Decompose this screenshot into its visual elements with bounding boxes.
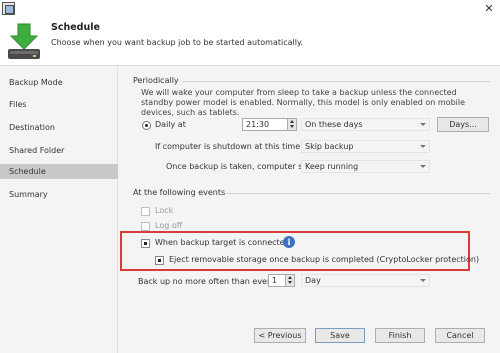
backup-target-checkbox[interactable] (141, 239, 150, 248)
shutdown-select[interactable]: Skip backup (301, 140, 430, 153)
wake-note: We will wake your computer from sleep to… (141, 88, 466, 117)
info-icon[interactable]: i (283, 236, 295, 248)
cancel-button[interactable]: Cancel (435, 328, 485, 343)
sidebar-item-shared-folder[interactable]: Shared Folder (0, 143, 118, 158)
group-divider (226, 193, 490, 194)
limit-value: 1 (272, 276, 278, 285)
backup-target-label: When backup target is connected (155, 238, 290, 247)
group-divider (182, 81, 490, 82)
page-subtitle: Choose when you want backup job to be st… (51, 38, 304, 47)
spin-down-icon[interactable] (285, 280, 294, 286)
daily-radio[interactable] (142, 121, 151, 130)
days-select-value: On these days (305, 120, 363, 129)
wizard-header: Schedule Choose when you want backup job… (0, 18, 500, 66)
time-spinner[interactable]: 21:30 (242, 118, 297, 131)
close-icon[interactable]: ✕ (482, 2, 496, 16)
sidebar-item-schedule[interactable]: Schedule (0, 164, 118, 179)
sidebar-item-files[interactable]: Files (0, 97, 118, 112)
limit-unit-value: Day (305, 276, 321, 285)
eject-label: Eject removable storage once backup is c… (169, 255, 480, 264)
logoff-label: Log off (155, 221, 183, 230)
highlight-box (120, 231, 470, 271)
app-icon (2, 2, 15, 15)
shutdown-label: If computer is shutdown at this time (155, 142, 301, 151)
limit-spinner[interactable]: 1 (268, 274, 295, 287)
limit-label: Back up no more often than every (138, 277, 275, 286)
previous-button[interactable]: < Previous (254, 328, 306, 343)
periodically-group-label: Periodically (133, 76, 179, 85)
eject-checkbox[interactable] (155, 256, 164, 265)
sidebar-item-destination[interactable]: Destination (0, 120, 118, 135)
chevron-down-icon (420, 279, 426, 282)
sidebar-item-backup-mode[interactable]: Backup Mode (0, 75, 118, 90)
finish-button[interactable]: Finish (375, 328, 425, 343)
wizard-sidebar: Backup Mode Files Destination Shared Fol… (0, 66, 118, 353)
download-drive-icon (8, 23, 40, 59)
sidebar-item-summary[interactable]: Summary (0, 187, 118, 202)
daily-label: Daily at (155, 120, 186, 129)
events-group-label: At the following events (133, 188, 226, 197)
page-title: Schedule (51, 22, 100, 33)
lock-label: Lock (155, 206, 174, 215)
days-button[interactable]: Days... (437, 117, 489, 132)
lock-checkbox[interactable] (141, 207, 150, 216)
time-value: 21:30 (246, 120, 270, 129)
spin-down-icon[interactable] (287, 124, 296, 130)
days-select[interactable]: On these days (301, 118, 430, 131)
save-button[interactable]: Save (315, 328, 365, 343)
title-bar: ✕ (0, 0, 500, 18)
limit-unit-select[interactable]: Day (301, 274, 430, 287)
shutdown-select-value: Skip backup (305, 142, 354, 151)
chevron-down-icon (420, 123, 426, 126)
after-backup-select[interactable]: Keep running (301, 160, 430, 173)
chevron-down-icon (420, 165, 426, 168)
logoff-checkbox[interactable] (141, 222, 150, 231)
chevron-down-icon (420, 145, 426, 148)
after-backup-select-value: Keep running (305, 162, 359, 171)
schedule-window: ✕ Schedule Choose when you want backup j… (0, 0, 500, 353)
